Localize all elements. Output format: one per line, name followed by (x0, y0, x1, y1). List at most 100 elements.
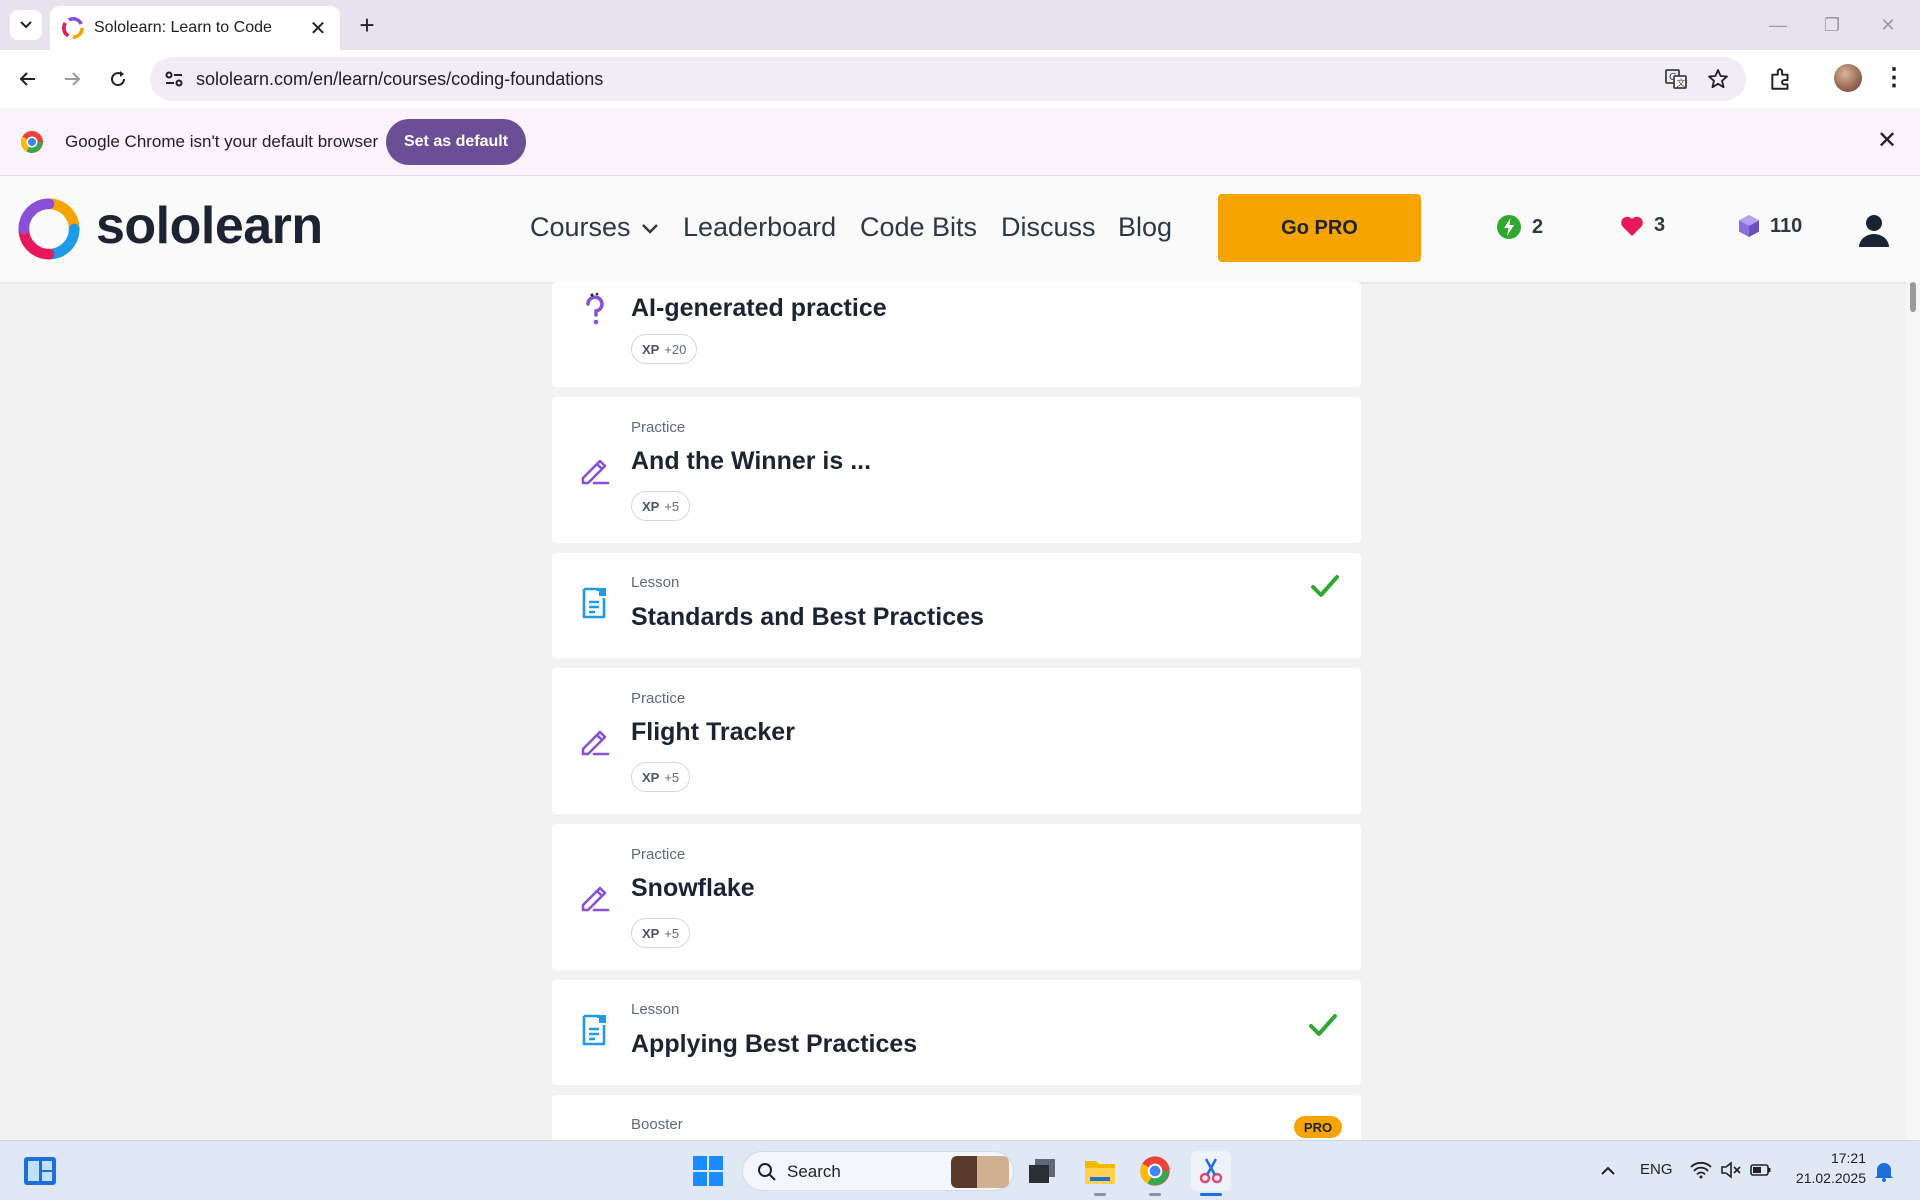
windows-taskbar: Search ENG 17:21 21.02.2025 (0, 1140, 1920, 1200)
tab-title: Sololearn: Learn to Code (94, 19, 272, 36)
nav-discuss[interactable]: Discuss (1001, 212, 1096, 243)
xp-badge: XP +20 (631, 334, 698, 364)
close-infobar-icon[interactable]: ✕ (1874, 128, 1900, 154)
xp-value: +5 (664, 769, 680, 785)
heart-icon (1621, 216, 1643, 236)
question-icon (586, 292, 604, 325)
wifi-icon[interactable] (1690, 1161, 1712, 1179)
arrow-right-icon (65, 72, 81, 86)
xp-value: +20 (664, 341, 687, 357)
lesson-title: Snowflake (631, 874, 755, 902)
browser-tab-active[interactable]: Sololearn: Learn to Code ✕ (50, 6, 340, 50)
browser-tab-strip: Sololearn: Learn to Code ✕ + — ❐ ✕ (0, 0, 1920, 50)
streak-counter[interactable]: 2 (1496, 214, 1543, 240)
taskbar-app-file-explorer[interactable] (1080, 1151, 1120, 1191)
taskbar-app-snipping-tool[interactable] (1191, 1151, 1231, 1191)
chevron-down-icon (20, 21, 32, 29)
site-info-icon[interactable] (162, 67, 186, 91)
lesson-card-standards-best-practices[interactable]: Lesson Standards and Best Practices (552, 553, 1361, 658)
browser-toolbar: sololearn.com/en/learn/courses/coding-fo… (0, 50, 1920, 108)
back-button[interactable] (12, 63, 44, 95)
lesson-card-snowflake[interactable]: Practice Snowflake XP +5 (552, 824, 1361, 970)
nav-code-bits[interactable]: Code Bits (860, 212, 977, 243)
taskbar-app-task-view[interactable] (1022, 1151, 1062, 1191)
set-as-default-button[interactable]: Set as default (386, 119, 526, 165)
close-window-button[interactable]: ✕ (1868, 10, 1908, 40)
user-profile-icon[interactable] (1856, 212, 1892, 248)
pencil-icon (581, 459, 610, 485)
lesson-kind: Lesson (631, 574, 680, 591)
url-text: sololearn.com/en/learn/courses/coding-fo… (196, 69, 604, 89)
default-browser-infobar: Google Chrome isn't your default browser… (0, 108, 1920, 176)
lesson-title: Standards and Best Practices (631, 603, 984, 631)
tab-search-button[interactable] (10, 10, 42, 40)
gem-icon (1739, 215, 1759, 237)
xp-badge: XP +5 (631, 918, 691, 948)
profile-avatar[interactable] (1834, 64, 1862, 92)
clock[interactable]: 17:21 21.02.2025 (1782, 1150, 1866, 1186)
notification-bell-icon[interactable] (1874, 1160, 1894, 1182)
clock-date: 21.02.2025 (1795, 1170, 1866, 1186)
language-indicator[interactable]: ENG (1640, 1161, 1673, 1178)
taskbar-app-chrome[interactable] (1135, 1151, 1175, 1191)
search-icon (758, 1163, 776, 1181)
star-icon[interactable] (1706, 67, 1730, 91)
minimize-window-button[interactable]: — (1758, 10, 1798, 40)
sololearn-logo-text[interactable]: sololearn (96, 196, 323, 256)
completed-check-icon (1311, 575, 1339, 597)
lesson-title: AI-generated practice (631, 294, 887, 322)
restore-window-button[interactable]: ❐ (1812, 10, 1852, 40)
lesson-kind: Practice (631, 419, 686, 436)
sololearn-logo-icon[interactable] (18, 198, 80, 260)
nav-courses[interactable]: Courses (530, 212, 659, 243)
browser-menu-icon[interactable]: ⋮ (1882, 64, 1906, 92)
pencil-icon (581, 730, 610, 756)
battery-icon[interactable] (1750, 1162, 1772, 1178)
lesson-kind: Practice (631, 690, 686, 707)
volume-muted-icon[interactable] (1720, 1160, 1742, 1180)
lesson-card-and-the-winner[interactable]: Practice And the Winner is ... XP +5 (552, 397, 1361, 543)
hearts-counter[interactable]: 3 (1620, 214, 1665, 237)
widgets-button[interactable] (20, 1151, 60, 1191)
gems-counter[interactable]: 110 (1738, 214, 1802, 238)
xp-badge: XP +5 (631, 491, 691, 521)
sololearn-header: sololearn Courses Leaderboard Code Bits … (0, 176, 1920, 282)
completed-check-icon (1309, 1014, 1337, 1036)
taskbar-search-label: Search (787, 1162, 841, 1181)
xp-label: XP (642, 925, 660, 941)
taskbar-search-box[interactable]: Search (742, 1151, 1014, 1191)
xp-label: XP (642, 498, 660, 514)
translate-icon[interactable]: G文 (1664, 67, 1688, 91)
widgets-icon (24, 1157, 56, 1185)
windows-logo-icon (693, 1156, 723, 1186)
reload-button[interactable] (102, 63, 134, 95)
new-tab-button[interactable]: + (352, 10, 382, 40)
sololearn-favicon-icon (62, 17, 84, 39)
lightning-icon (1497, 215, 1521, 239)
xp-label: XP (642, 341, 660, 357)
scrollbar-thumb[interactable] (1910, 282, 1916, 312)
address-bar[interactable]: sololearn.com/en/learn/courses/coding-fo… (150, 57, 1746, 101)
infobar-message: Google Chrome isn't your default browser (65, 132, 379, 151)
chrome-logo-icon (1140, 1156, 1170, 1186)
lesson-card-flight-tracker[interactable]: Practice Flight Tracker XP +5 (552, 668, 1361, 814)
page-scrollbar[interactable] (1906, 282, 1920, 1140)
nav-leaderboard[interactable]: Leaderboard (683, 212, 836, 243)
close-tab-icon[interactable]: ✕ (308, 16, 328, 41)
pro-badge: PRO (1294, 1116, 1342, 1138)
extensions-icon[interactable] (1768, 66, 1794, 92)
clock-time: 17:21 (1830, 1150, 1866, 1166)
lesson-card-booster[interactable]: Booster PRO (552, 1095, 1361, 1140)
go-pro-button[interactable]: Go PRO (1218, 194, 1421, 262)
search-highlight-image (951, 1156, 1009, 1188)
nav-blog[interactable]: Blog (1118, 212, 1172, 243)
xp-value: +5 (664, 498, 680, 514)
forward-button[interactable] (56, 63, 88, 95)
lesson-card-ai-practice[interactable]: AI-generated practice XP +20 (552, 282, 1361, 387)
file-explorer-running-indicator (1094, 1193, 1106, 1196)
lesson-card-applying-best-practices[interactable]: Lesson Applying Best Practices (552, 980, 1361, 1085)
chevron-up-icon (1601, 1166, 1615, 1175)
start-button[interactable] (688, 1151, 728, 1191)
show-hidden-icons-button[interactable] (1596, 1151, 1620, 1191)
streak-count: 2 (1532, 215, 1544, 238)
